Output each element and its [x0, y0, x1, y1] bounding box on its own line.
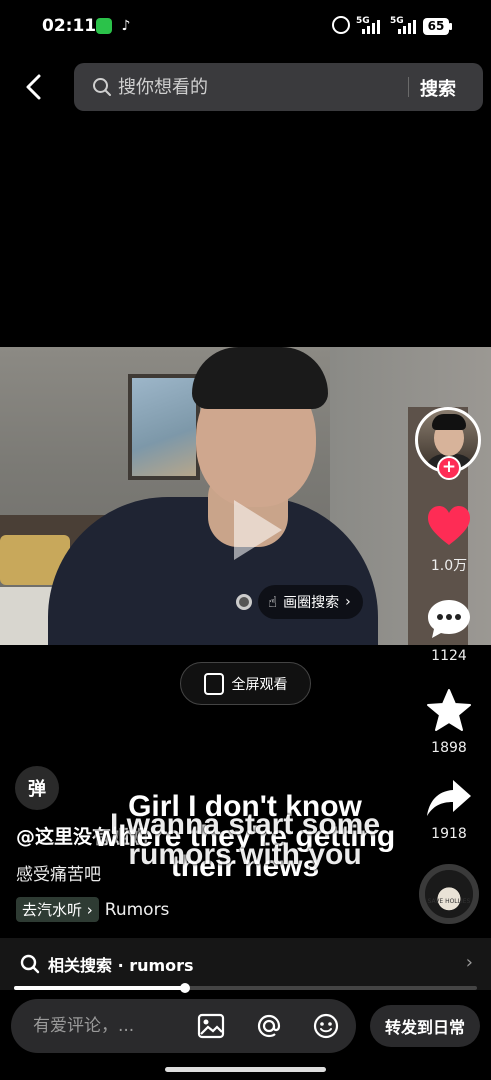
forward-to-daily-button[interactable]: 转发到日常 — [370, 1005, 480, 1047]
status-time: 02:11 — [42, 16, 97, 36]
share-arrow-icon — [427, 780, 471, 816]
image-icon[interactable] — [197, 1012, 225, 1040]
music-name[interactable]: Rumors — [105, 900, 170, 920]
fullscreen-label: 全屏观看 — [231, 676, 288, 693]
status-bar: 02:11 ♪ 5G 5G 65 — [0, 0, 491, 56]
music-tag-button[interactable]: 去汽水听 › — [16, 897, 99, 922]
circle-search-label: 画圈搜索 — [283, 595, 340, 611]
search-bar[interactable]: 搜索 — [74, 63, 483, 111]
progress-fill — [14, 986, 186, 990]
danmaku-toggle-button[interactable]: 弹 — [15, 766, 59, 810]
comment-icon — [428, 600, 470, 638]
like-button[interactable]: 1.0万 — [414, 505, 484, 575]
avatar-hair — [432, 414, 466, 430]
search-input[interactable] — [118, 73, 418, 101]
post-caption: 感受痛苦吧 — [16, 865, 101, 885]
author-name[interactable]: @这里没有姐姐 — [16, 822, 149, 849]
progress-knob[interactable] — [180, 983, 191, 993]
chevron-right-icon: › — [465, 952, 473, 973]
search-icon — [93, 78, 111, 96]
music-disc-icon[interactable]: SAVE HOLLIES — [419, 864, 479, 924]
star-icon — [427, 689, 471, 731]
like-count: 1.0万 — [430, 558, 468, 574]
signal-icon-1 — [362, 20, 380, 34]
chevron-left-icon — [26, 74, 41, 100]
related-search-label: 相关搜索 · rumors — [48, 956, 194, 975]
circle-search-pill[interactable]: ☝ 画圈搜索 › — [258, 585, 363, 619]
home-indicator[interactable] — [165, 1067, 326, 1072]
share-button[interactable]: 1918 — [414, 778, 484, 842]
battery-icon: 65 — [423, 18, 449, 35]
share-count: 1918 — [431, 826, 467, 842]
comment-bar[interactable] — [11, 999, 356, 1053]
battery-cap — [449, 23, 452, 30]
music-disc-art — [425, 870, 473, 918]
music-disc-text: SAVE HOLLIES — [427, 898, 471, 905]
comment-count: 1124 — [431, 648, 467, 664]
search-submit-button[interactable]: 搜索 — [420, 75, 456, 101]
video-person-hair — [192, 347, 328, 409]
video-wall-picture — [128, 374, 200, 480]
comment-button[interactable]: 1124 — [414, 598, 484, 664]
search-divider — [408, 77, 409, 97]
favorite-count: 1898 — [431, 740, 467, 756]
douyin-icon: ♪ — [118, 18, 134, 34]
chevron-right-icon: › — [345, 594, 351, 610]
emoji-icon[interactable] — [312, 1012, 340, 1040]
fullscreen-button[interactable]: 全屏观看 — [180, 662, 311, 705]
search-icon — [20, 954, 40, 974]
heart-icon — [428, 506, 470, 545]
comment-input[interactable] — [33, 1012, 183, 1040]
favorite-button[interactable]: 1898 — [414, 688, 484, 756]
back-button[interactable] — [20, 72, 50, 102]
music-row[interactable]: 去汽水听 › Rumors — [16, 897, 169, 922]
follow-button[interactable]: + — [437, 456, 461, 480]
alarm-icon — [332, 16, 350, 34]
video-progress-bar[interactable] — [14, 983, 477, 993]
record-dot-icon — [236, 594, 252, 610]
mention-icon[interactable] — [255, 1012, 283, 1040]
wechat-icon — [96, 18, 112, 34]
signal-icon-2 — [398, 20, 416, 34]
rotate-screen-icon — [203, 672, 224, 695]
circle-search-icon: ☝ — [268, 593, 278, 611]
play-icon[interactable] — [234, 500, 282, 560]
related-search-bar[interactable]: 相关搜索 · rumors › — [0, 938, 491, 990]
circle-search-button[interactable]: ☝ 画圈搜索 › — [236, 585, 363, 619]
